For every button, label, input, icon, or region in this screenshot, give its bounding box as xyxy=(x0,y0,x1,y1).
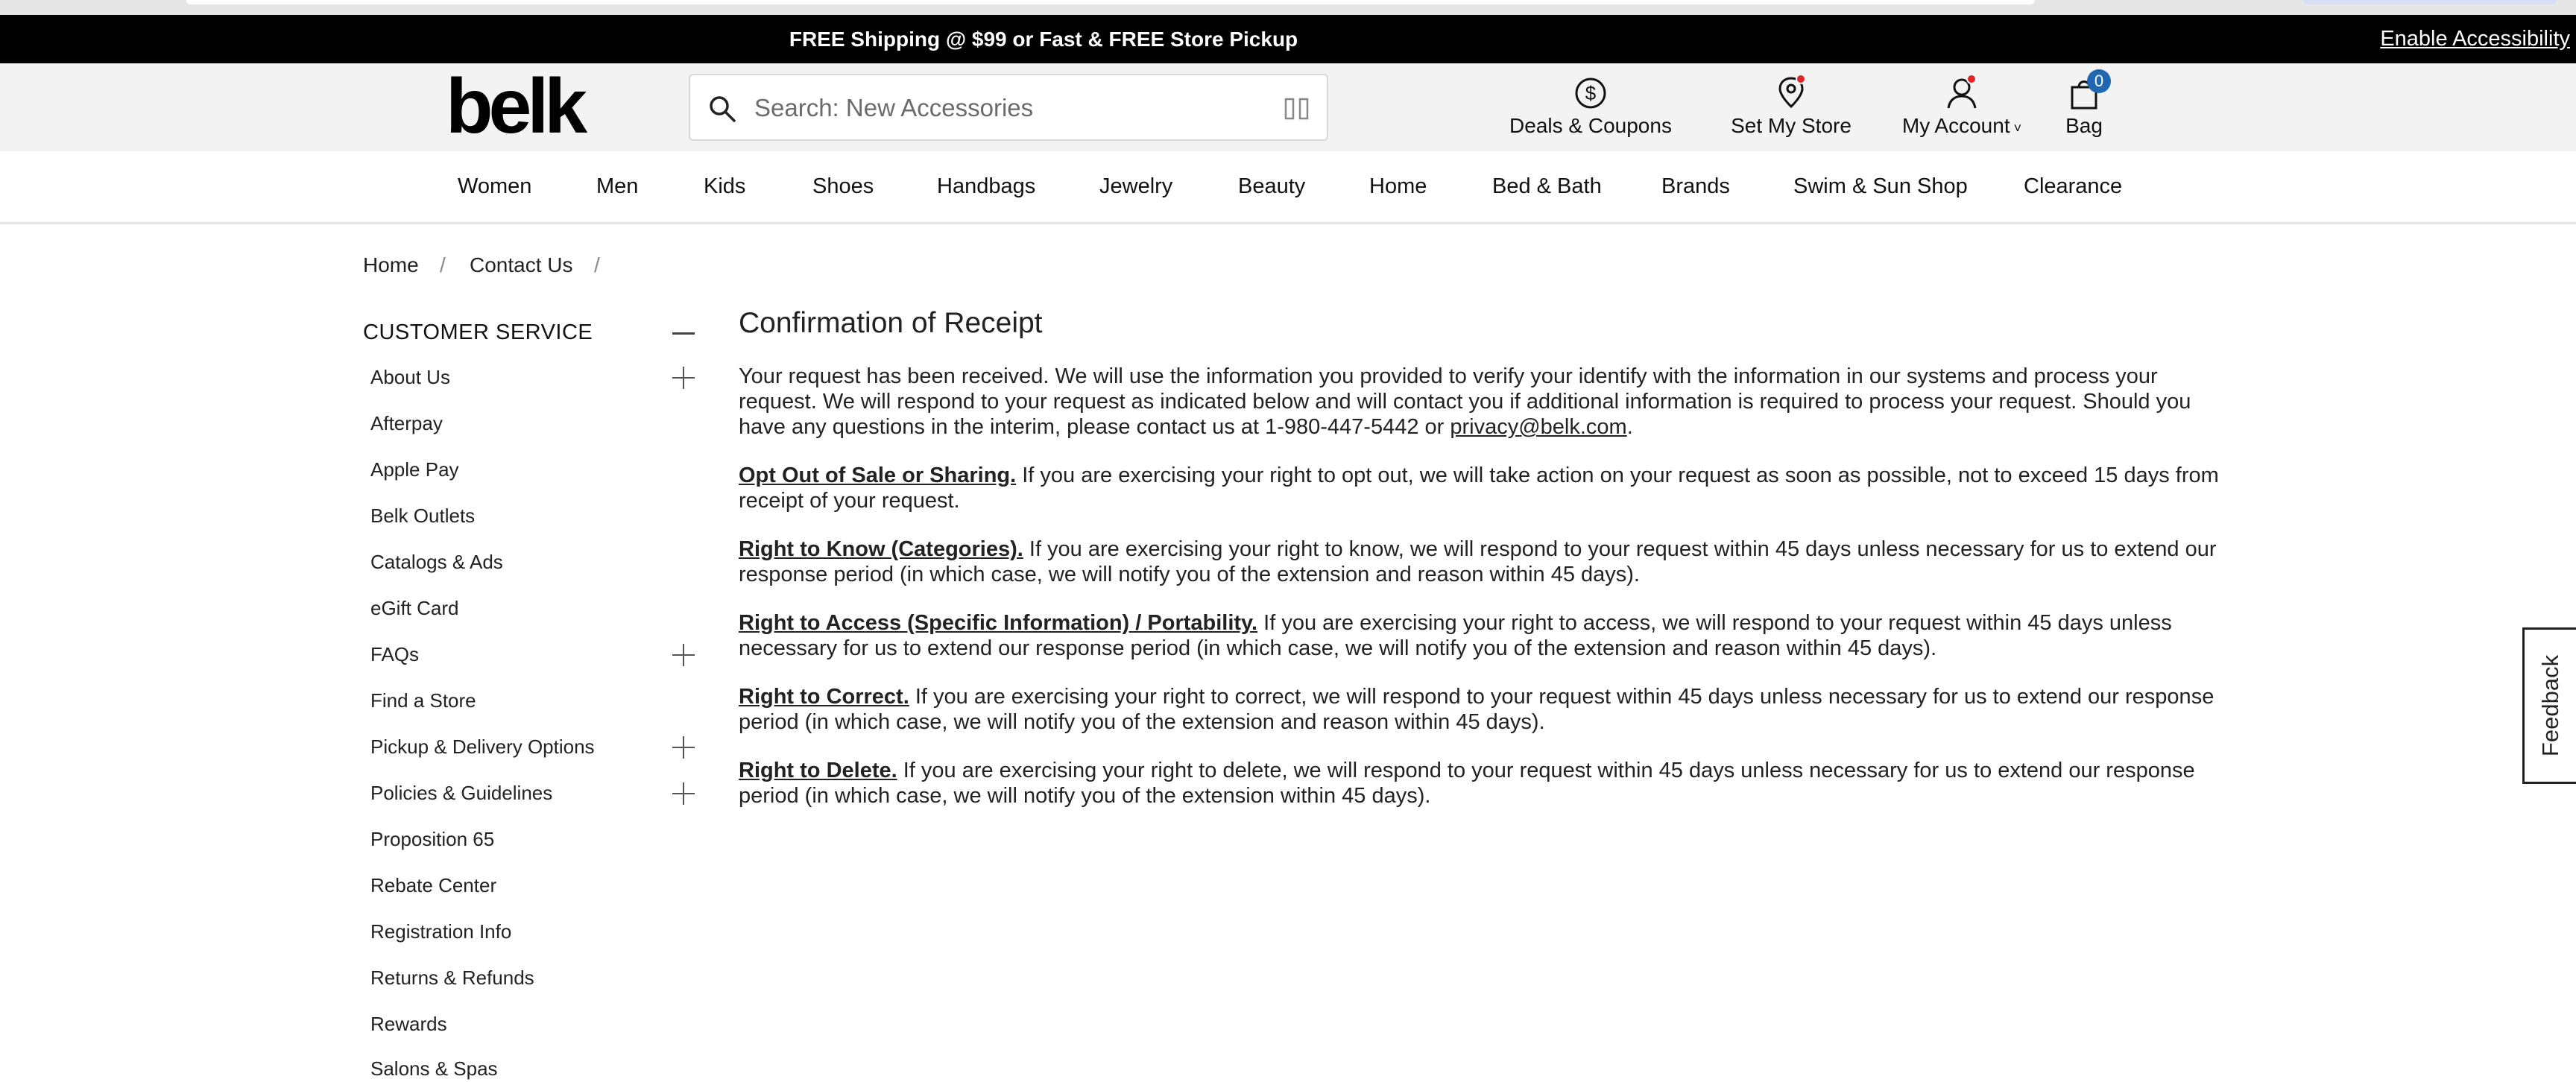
deals-coupons-label: Deals & Coupons xyxy=(1509,114,1672,137)
nav-beauty[interactable]: Beauty xyxy=(1238,151,1305,222)
main-content: Confirmation of Receipt Your request has… xyxy=(739,307,2229,832)
nav-home[interactable]: Home xyxy=(1369,151,1427,222)
user-icon xyxy=(1944,74,1980,111)
nav-women[interactable]: Women xyxy=(458,151,531,222)
store-pin-icon xyxy=(1773,74,1809,111)
breadcrumb-contact-us[interactable]: Contact Us xyxy=(470,253,573,277)
set-my-store-label: Set My Store xyxy=(1731,114,1852,137)
nav-jewelry[interactable]: Jewelry xyxy=(1099,151,1172,222)
sidebar-item-policies-guidelines[interactable]: Policies & Guidelines xyxy=(370,779,552,806)
deals-coupons-button[interactable]: $ Deals & Coupons xyxy=(1509,75,1673,142)
breadcrumb-separator: / xyxy=(594,253,600,276)
nav-brands[interactable]: Brands xyxy=(1661,151,1730,222)
section-label: Opt Out of Sale or Sharing. xyxy=(739,464,1017,487)
browser-top-strip xyxy=(0,0,2576,15)
nav-shoes[interactable]: Shoes xyxy=(812,151,874,222)
sidebar-item-rebate-center[interactable]: Rebate Center xyxy=(370,872,496,899)
feedback-tab[interactable]: Feedback xyxy=(2522,627,2576,784)
store-alert-dot xyxy=(1796,74,1806,84)
nav-men[interactable]: Men xyxy=(596,151,638,222)
top-strip-bar xyxy=(186,0,2035,4)
section-label: Right to Know (Categories). xyxy=(739,537,1023,561)
dollar-coupon-icon: $ xyxy=(1575,77,1606,109)
section-text: If you are exercising your right to dele… xyxy=(739,759,2195,808)
search-icon[interactable] xyxy=(708,95,736,123)
sidebar-item-salons-spas[interactable]: Salons & Spas xyxy=(370,1055,498,1082)
nav-bed-bath[interactable]: Bed & Bath xyxy=(1492,151,1602,222)
section-right-to-delete: Right to Delete. If you are exercising y… xyxy=(739,758,2229,809)
sidebar-item-egift-card[interactable]: eGift Card xyxy=(370,595,459,621)
plus-icon[interactable] xyxy=(672,367,695,389)
plus-icon[interactable] xyxy=(672,644,695,666)
sidebar-item-belk-outlets[interactable]: Belk Outlets xyxy=(370,502,475,529)
my-account-label: My Account ˅ xyxy=(1901,114,2022,137)
sidebar-item-catalogs-ads[interactable]: Catalogs & Ads xyxy=(370,548,503,575)
intro-end: . xyxy=(1626,415,1633,439)
plus-icon[interactable] xyxy=(672,736,695,759)
promo-text[interactable]: FREE Shipping @ $99 or Fast & FREE Store… xyxy=(0,15,2087,63)
site-header: belk $ Deals & Coupons Set My Store xyxy=(0,63,2576,151)
nav-swim-sun-shop[interactable]: Swim & Sun Shop xyxy=(1793,151,1968,222)
svg-text:$: $ xyxy=(1585,82,1597,104)
section-right-to-know: Right to Know (Categories). If you are e… xyxy=(739,537,2229,587)
top-strip-button xyxy=(2303,0,2557,4)
minus-icon[interactable] xyxy=(672,332,695,335)
belk-logo[interactable]: belk xyxy=(446,68,595,145)
section-right-to-correct: Right to Correct. If you are exercising … xyxy=(739,684,2229,735)
my-account-button[interactable]: My Account ˅ xyxy=(1895,74,2029,142)
sidebar-item-afterpay[interactable]: Afterpay xyxy=(370,410,443,437)
main-nav: Women Men Kids Shoes Handbags Jewelry Be… xyxy=(0,151,2576,224)
intro-paragraph: Your request has been received. We will … xyxy=(739,364,2229,440)
breadcrumb-home[interactable]: Home xyxy=(363,253,419,277)
sidebar-item-registration-info[interactable]: Registration Info xyxy=(370,918,511,945)
section-right-to-access: Right to Access (Specific Information) /… xyxy=(739,610,2229,661)
sidebar-item-rewards[interactable]: Rewards xyxy=(370,1010,447,1037)
bag-count-badge: 0 xyxy=(2087,69,2111,93)
bag-button[interactable]: 0 Bag xyxy=(2054,69,2114,142)
search-input[interactable] xyxy=(754,89,1202,127)
account-alert-dot xyxy=(1966,74,1977,84)
set-my-store-button[interactable]: Set My Store xyxy=(1728,74,1854,142)
sidebar-item-pickup-delivery[interactable]: Pickup & Delivery Options xyxy=(370,733,595,760)
page-title: Confirmation of Receipt xyxy=(739,307,1043,339)
sidebar-item-proposition-65[interactable]: Proposition 65 xyxy=(370,826,494,852)
feedback-label: Feedback xyxy=(2536,654,2563,757)
breadcrumb-separator: / xyxy=(440,253,446,276)
nav-clearance[interactable]: Clearance xyxy=(2024,151,2122,222)
promo-bar: FREE Shipping @ $99 or Fast & FREE Store… xyxy=(0,15,2576,63)
sidebar-item-find-a-store[interactable]: Find a Store xyxy=(370,687,476,714)
bag-label: Bag xyxy=(2065,114,2103,137)
sidebar-item-faqs[interactable]: FAQs xyxy=(370,641,419,668)
enable-accessibility-link[interactable]: Enable Accessibility xyxy=(2380,15,2570,63)
sidebar-heading[interactable]: CUSTOMER SERVICE xyxy=(363,320,593,345)
section-label: Right to Access (Specific Information) /… xyxy=(739,611,1258,635)
nav-handbags[interactable]: Handbags xyxy=(937,151,1035,222)
sidebar-item-apple-pay[interactable]: Apple Pay xyxy=(370,456,459,483)
sidebar-item-returns-refunds[interactable]: Returns & Refunds xyxy=(370,964,534,991)
sidebar-item-about-us[interactable]: About Us xyxy=(370,364,450,390)
section-opt-out: Opt Out of Sale or Sharing. If you are e… xyxy=(739,463,2229,513)
shopping-bag-icon: 0 xyxy=(2066,69,2111,111)
privacy-email-link[interactable]: privacy@belk.com xyxy=(1450,415,1626,439)
search-box[interactable] xyxy=(689,74,1328,141)
section-label: Right to Delete. xyxy=(739,759,897,782)
nav-kids[interactable]: Kids xyxy=(704,151,745,222)
visual-search-icon[interactable] xyxy=(1284,96,1310,121)
section-label: Right to Correct. xyxy=(739,685,909,709)
plus-icon[interactable] xyxy=(672,782,695,805)
chevron-down-icon: ˅ xyxy=(2010,121,2022,136)
section-text: If you are exercising your right to corr… xyxy=(739,685,2214,734)
